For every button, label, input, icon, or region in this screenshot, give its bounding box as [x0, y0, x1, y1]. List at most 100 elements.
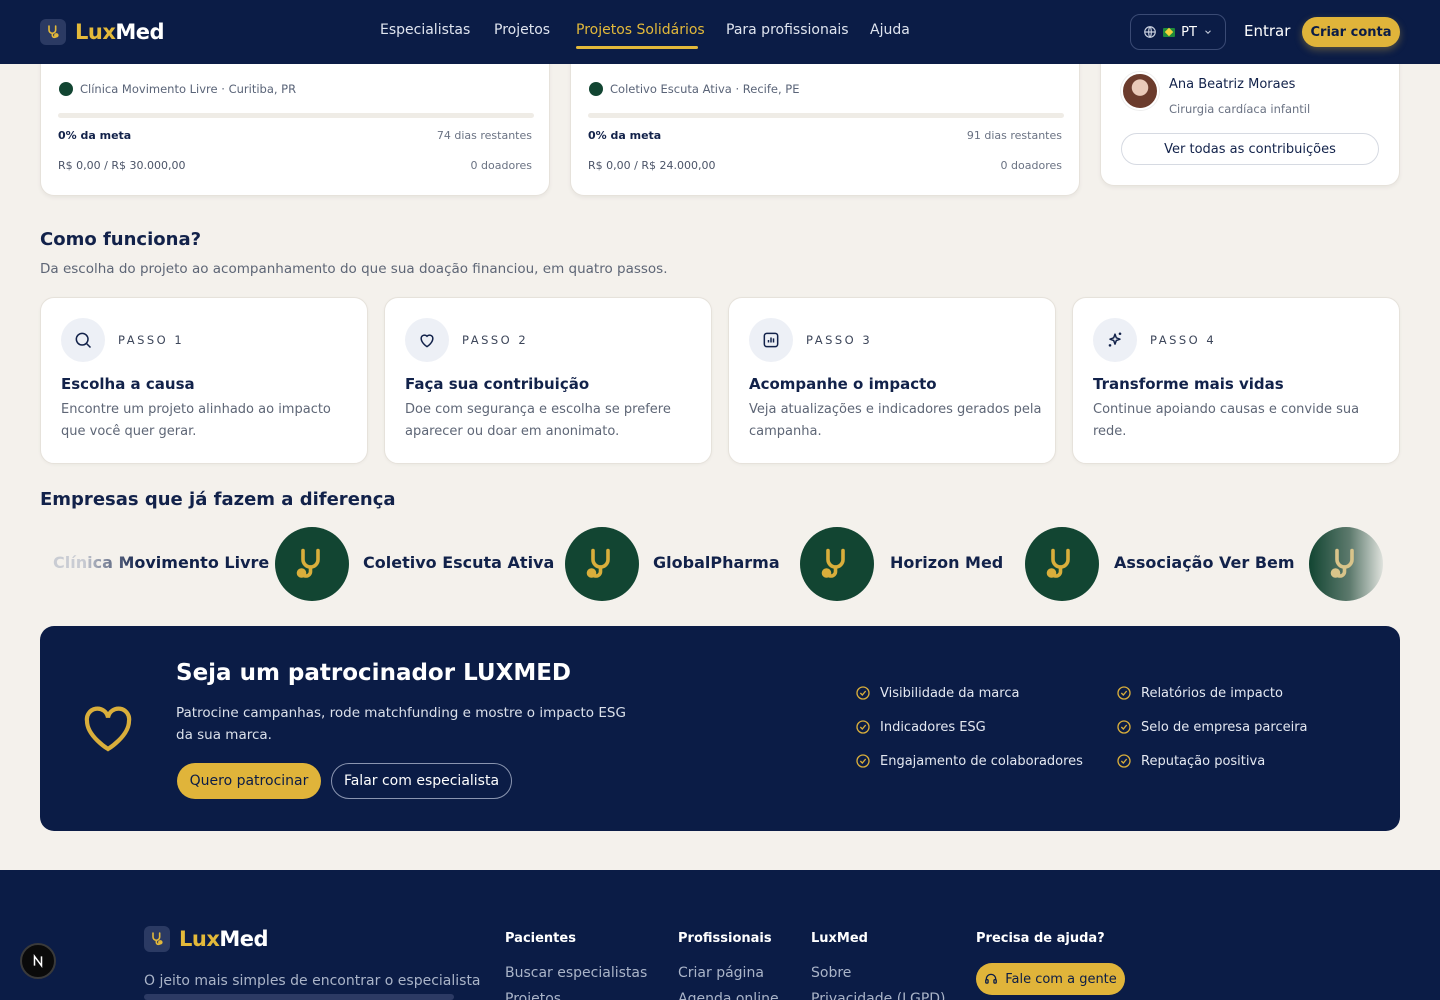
footer-link[interactable]: Privacidade (LGPD) [811, 991, 946, 1000]
language-selector[interactable]: PT [1130, 14, 1226, 50]
contributor-avatar [1121, 72, 1159, 110]
donor-count: 0 doadores [470, 159, 532, 172]
brand-med: Med [115, 20, 165, 44]
check-circle-icon [1117, 754, 1131, 768]
stethoscope-icon [1330, 548, 1354, 578]
benefit-item: Selo de empresa parceira [1116, 719, 1308, 735]
org-avatar [59, 82, 73, 96]
check-circle-icon [856, 686, 870, 700]
project-org: Clínica Movimento Livre · Curitiba, PR [80, 82, 297, 96]
step-title: Transforme mais vidas [1093, 375, 1284, 393]
step-desc-line1: Doe com segurança e escolha se prefere [405, 402, 671, 417]
benefit-item: Visibilidade da marca [855, 685, 1019, 701]
raised-amount: R$ 0,00 / R$ 24.000,00 [588, 159, 716, 172]
step-desc-line1: Veja atualizações e indicadores gerados … [749, 402, 1042, 417]
heart-icon [405, 318, 449, 362]
nav-especialistas[interactable]: Especialistas [380, 22, 470, 38]
nav-ajuda[interactable]: Ajuda [870, 22, 910, 38]
companies-title: Empresas que já fazem a diferença [40, 489, 396, 510]
headset-icon [985, 973, 998, 984]
sponsor-primary-button[interactable]: Quero patrocinar [177, 763, 321, 799]
contributor-name: Ana Beatriz Moraes [1169, 77, 1296, 92]
brand-lux: Lux [179, 927, 220, 951]
chevron-down-icon [1205, 30, 1211, 34]
step-label: PASSO 4 [1150, 333, 1217, 347]
step-label: PASSO 3 [806, 333, 873, 347]
check-circle-icon [856, 754, 870, 768]
step-card: PASSO 2 Faça sua contribuição Doe com se… [384, 297, 712, 464]
step-card: PASSO 1 Escolha a causa Encontre um proj… [40, 297, 368, 464]
login-link[interactable]: Entrar [1244, 22, 1290, 40]
stethoscope-icon [144, 926, 170, 952]
globe-icon [1144, 26, 1156, 38]
step-desc-line2: que você quer gerar. [61, 424, 197, 439]
top-header: LuxMed Especialistas Projetos Projetos S… [0, 0, 1440, 64]
step-label: PASSO 1 [118, 333, 185, 347]
benefit-label: Engajamento de colaboradores [880, 753, 1083, 769]
donor-count: 0 doadores [1000, 159, 1062, 172]
company-logo [1025, 527, 1099, 601]
stethoscope-icon [296, 548, 320, 578]
org-avatar [589, 82, 603, 96]
clipped-tagline [144, 994, 454, 1000]
step-desc-line1: Continue apoiando causas e convide sua [1093, 402, 1360, 417]
benefit-label: Visibilidade da marca [880, 685, 1020, 701]
step-card: PASSO 4 Transforme mais vidas Continue a… [1072, 297, 1400, 464]
benefit-item: Relatórios de impacto [1116, 685, 1283, 701]
project-org: Coletivo Escuta Ativa · Recife, PE [610, 82, 800, 96]
contributor-role: Cirurgia cardíaca infantil [1169, 102, 1311, 116]
view-all-contributions-button[interactable]: Ver todas as contribuições [1121, 133, 1379, 165]
brand-logo[interactable]: LuxMed [40, 19, 165, 45]
footer-link[interactable]: Agenda online [678, 991, 779, 1000]
footer-col-head: LuxMed [811, 931, 868, 946]
contact-button[interactable]: Fale com a gente [976, 963, 1125, 995]
sponsor-desc-line2: da sua marca. [176, 727, 272, 743]
footer-link[interactable]: Buscar especialistas [505, 965, 647, 981]
signup-button[interactable]: Criar conta [1302, 17, 1400, 47]
footer-tagline: O jeito mais simples de encontrar o espe… [144, 973, 481, 989]
language-code: PT [1181, 24, 1197, 40]
step-title: Escolha a causa [61, 375, 195, 393]
progress-bar [588, 113, 1064, 118]
days-remaining: 74 dias restantes [436, 129, 532, 142]
contact-button-label: Fale com a gente [1005, 971, 1117, 987]
companies-marquee: Clínica Movimento Livre Coletivo Escuta … [40, 520, 1400, 606]
company-name: Coletivo Escuta Ativa [363, 553, 555, 572]
benefit-label: Selo de empresa parceira [1141, 719, 1308, 735]
nextjs-dev-badge[interactable] [20, 943, 56, 979]
active-nav-indicator [576, 46, 698, 49]
company-logo [565, 527, 639, 601]
brand-lux: Lux [75, 20, 116, 44]
benefit-item: Engajamento de colaboradores [855, 753, 1083, 769]
stethoscope-icon [586, 548, 610, 578]
benefit-item: Indicadores ESG [855, 719, 986, 735]
heart-icon [84, 706, 132, 752]
days-remaining: 91 dias restantes [966, 129, 1062, 142]
footer-link[interactable]: Criar página [678, 965, 764, 981]
company-logo [1309, 527, 1383, 601]
benefit-label: Relatórios de impacto [1141, 685, 1283, 701]
footer-link[interactable]: Sobre [811, 965, 851, 981]
nav-para-profissionais[interactable]: Para profissionais [726, 22, 849, 38]
sponsor-secondary-button[interactable]: Falar com especialista [331, 763, 512, 799]
help-heading: Precisa de ajuda? [976, 931, 1105, 946]
company-logo [800, 527, 874, 601]
footer-brand-logo[interactable]: LuxMed [144, 926, 269, 952]
benefit-label: Reputação positiva [1141, 753, 1266, 769]
company-name: Horizon Med [890, 553, 1004, 572]
company-logo [275, 527, 349, 601]
chart-icon [749, 318, 793, 362]
n-logo-icon [33, 954, 43, 968]
sponsor-banner: Seja um patrocinador LUXMED Patrocine ca… [40, 626, 1400, 831]
search-icon [61, 318, 105, 362]
sparkle-icon [1093, 318, 1137, 362]
site-footer: LuxMed O jeito mais simples de encontrar… [0, 870, 1440, 1000]
footer-link[interactable]: Projetos [505, 991, 561, 1000]
how-subtitle: Da escolha do projeto ao acompanhamento … [40, 261, 668, 277]
footer-col-head: Pacientes [505, 931, 576, 946]
nav-projetos[interactable]: Projetos [494, 22, 550, 38]
step-label: PASSO 2 [462, 333, 529, 347]
nav-projetos-solidarios[interactable]: Projetos Solidários [576, 22, 705, 38]
footer-col-head: Profissionais [678, 931, 772, 946]
check-circle-icon [1117, 720, 1131, 734]
